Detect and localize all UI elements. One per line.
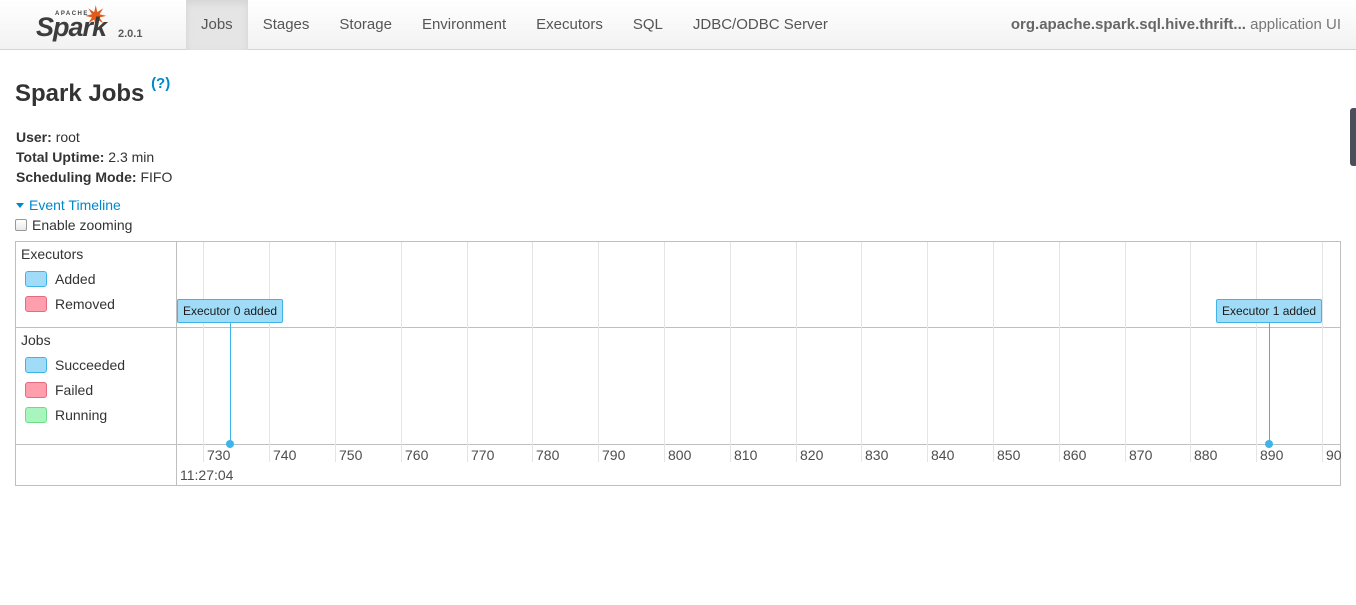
grid-line [467, 242, 468, 462]
spark-logo[interactable]: ✷ APACHE Spark 2.0.1 [34, 1, 184, 48]
summary-item: Scheduling Mode: FIFO [16, 167, 172, 187]
legend-swatch [25, 271, 47, 288]
summary-label: Total Uptime: [16, 149, 105, 165]
group-title-executors: Executors [21, 246, 84, 262]
grid-line [730, 242, 731, 462]
legend-item-running: Running [25, 407, 107, 424]
app-name: org.apache.spark.sql.hive.thrift... appl… [1011, 0, 1341, 50]
enable-zooming-checkbox[interactable] [15, 219, 27, 232]
summary-label: Scheduling Mode: [16, 169, 137, 185]
tab-sql[interactable]: SQL [618, 0, 678, 50]
grid-line [927, 242, 928, 462]
spark-version: 2.0.1 [118, 28, 143, 40]
legend-item-removed: Removed [25, 296, 115, 313]
grid-line [1059, 242, 1060, 462]
grid-line [1125, 242, 1126, 462]
page-title-text: Spark Jobs [15, 80, 145, 107]
summary-list: User: root Total Uptime: 2.3 min Schedulin… [16, 127, 172, 187]
grid-line [993, 242, 994, 462]
legend-label: Removed [55, 296, 115, 312]
event-timeline: Executors Added Removed Jobs Succeeded Failed… [15, 241, 1341, 486]
caret-down-icon [16, 202, 24, 208]
x-tick-label: 810 [734, 447, 758, 463]
event-timeline-label: Event Timeline [29, 197, 121, 213]
summary-item: User: root [16, 127, 172, 147]
legend-swatch [25, 407, 47, 424]
app-name-suffix: application UI [1250, 16, 1341, 33]
legend-label: Running [55, 407, 108, 423]
x-tick-label: 890 [1260, 447, 1284, 463]
tab-environment[interactable]: Environment [407, 0, 521, 50]
event-line [230, 322, 231, 444]
page-title: Spark Jobs (?) [15, 75, 170, 108]
x-tick-label: 740 [273, 447, 297, 463]
x-tick-label: 730 [207, 447, 231, 463]
tab-jdbc-odbc-server[interactable]: JDBC/ODBC Server [678, 0, 843, 50]
grid-line [203, 242, 204, 462]
timeline-plot[interactable]: 730 740 750 760 770 780 790 800 810 820 830 840 850 8… [177, 242, 1341, 485]
event-box-executor-added[interactable]: Executor 1 added [1216, 299, 1323, 323]
legend-label: Succeeded [55, 357, 126, 373]
x-tick-label: 860 [1063, 447, 1087, 463]
enable-zooming-label[interactable]: Enable zooming [32, 217, 132, 233]
event-dot[interactable] [1265, 440, 1273, 448]
legend-item-succeeded: Succeeded [25, 357, 125, 374]
enable-zooming: Enable zooming [15, 217, 132, 233]
x-tick-label: 800 [668, 447, 692, 463]
grid-line [861, 242, 862, 462]
x-tick-label: 830 [865, 447, 889, 463]
grid-line [796, 242, 797, 462]
legend-swatch [25, 357, 47, 374]
legend-swatch [25, 382, 47, 399]
grid-line [532, 242, 533, 462]
grid-line [1322, 242, 1323, 462]
tab-storage[interactable]: Storage [324, 0, 407, 50]
x-tick-label: 870 [1129, 447, 1153, 463]
tab-executors[interactable]: Executors [521, 0, 618, 50]
summary-item: Total Uptime: 2.3 min [16, 147, 172, 167]
grid-line [664, 242, 665, 462]
x-tick-label: 780 [536, 447, 560, 463]
legend-item-failed: Failed [25, 382, 93, 399]
x-tick-label: 790 [602, 447, 626, 463]
x-tick-label: 820 [800, 447, 824, 463]
x-tick-label: 760 [405, 447, 429, 463]
grid-line [1190, 242, 1191, 462]
event-dot[interactable] [226, 440, 234, 448]
summary-value: FIFO [140, 169, 173, 185]
summary-value: 2.3 min [108, 149, 155, 165]
x-tick-label: 90 [1326, 447, 1341, 463]
event-timeline-toggle[interactable]: Event Timeline [16, 197, 121, 213]
event-line [1269, 322, 1270, 444]
navbar: ✷ APACHE Spark 2.0.1 Jobs Stages Storage En… [0, 0, 1356, 50]
timeline-group-labels: Executors Added Removed Jobs Succeeded Failed… [16, 242, 177, 485]
x-tick-label: 850 [997, 447, 1021, 463]
tab-stages[interactable]: Stages [248, 0, 325, 50]
tab-jobs[interactable]: Jobs [186, 0, 248, 50]
x-tick-label: 840 [931, 447, 955, 463]
legend-item-added: Added [25, 271, 95, 288]
side-scroll-handle[interactable] [1350, 108, 1356, 166]
group-title-jobs: Jobs [21, 332, 51, 348]
nav-tabs: Jobs Stages Storage Environment Executors SQL… [186, 0, 843, 50]
event-box-executor-added[interactable]: Executor 0 added [177, 299, 284, 323]
brand-name: Spark [36, 12, 107, 42]
grid-line [269, 242, 270, 462]
grid-line [401, 242, 402, 462]
x-tick-label: 750 [339, 447, 363, 463]
help-link[interactable]: (?) [151, 75, 170, 92]
x-tick-label: 880 [1194, 447, 1218, 463]
legend-label: Added [55, 271, 96, 287]
x-major-label: 11:27:04 [180, 467, 234, 483]
x-tick-label: 770 [471, 447, 495, 463]
grid-line [1256, 242, 1257, 462]
summary-value: root [55, 129, 80, 145]
summary-label: User: [16, 129, 52, 145]
legend-label: Failed [55, 382, 94, 398]
grid-line [335, 242, 336, 462]
legend-swatch [25, 296, 47, 313]
app-name-title: org.apache.spark.sql.hive.thrift... [1010, 16, 1246, 33]
grid-line [598, 242, 599, 462]
